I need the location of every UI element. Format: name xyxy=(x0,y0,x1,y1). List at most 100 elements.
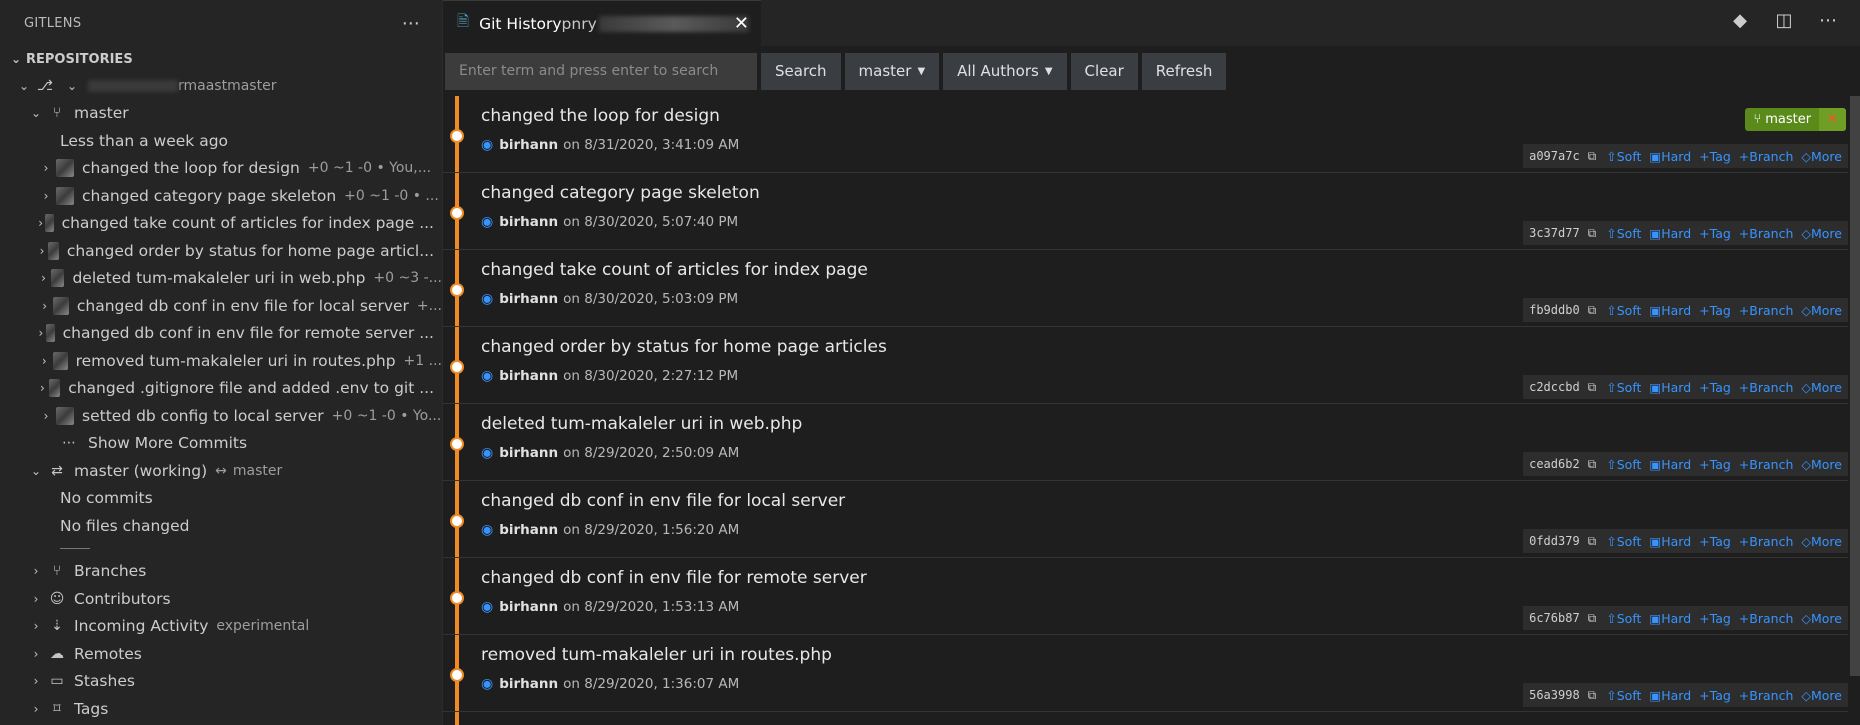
eye-icon[interactable]: ◉ xyxy=(481,599,493,615)
copy-icon[interactable]: ⧉ xyxy=(1588,688,1597,703)
commit-row[interactable]: deleted tum-makaleler uri in web.php ◉ bir… xyxy=(443,404,1848,481)
remove-branch-icon[interactable]: ✕ xyxy=(1819,108,1846,131)
sidebar-commit-item[interactable]: › changed category page skeleton +0 ~1 -0 … xyxy=(0,182,442,210)
tag-button[interactable]: +Tag xyxy=(1699,611,1731,626)
eye-icon[interactable]: ◉ xyxy=(481,522,493,538)
commit-row[interactable]: changed order by status for home page ar… xyxy=(443,327,1848,404)
git-icon[interactable]: ◆ xyxy=(1728,10,1752,31)
tag-button[interactable]: +Tag xyxy=(1699,457,1731,472)
soft-reset-button[interactable]: ⇧Soft xyxy=(1606,457,1641,472)
hard-reset-button[interactable]: ▣Hard xyxy=(1649,457,1691,472)
tag-button[interactable]: +Tag xyxy=(1699,688,1731,703)
hard-reset-button[interactable]: ▣Hard xyxy=(1649,303,1691,318)
sidebar-commit-item[interactable]: › changed take count of articles for inde… xyxy=(0,210,442,238)
soft-reset-button[interactable]: ⇧Soft xyxy=(1606,226,1641,241)
sidebar-group-3[interactable]: › ☁ Remotes xyxy=(0,640,442,668)
more-button[interactable]: ◇More xyxy=(1801,457,1842,472)
sidebar-commit-item[interactable]: › changed db conf in env file for local s… xyxy=(0,292,442,320)
scrollbar-thumb[interactable] xyxy=(1850,96,1860,676)
commit-subject[interactable]: changed db conf in env file for local se… xyxy=(481,491,845,511)
commit-row[interactable]: removed tum-makaleler uri in routes.php ◉… xyxy=(443,635,1848,712)
soft-reset-button[interactable]: ⇧Soft xyxy=(1606,149,1641,164)
branch-row[interactable]: ⌄ ⑂ master xyxy=(0,100,442,128)
commit-row[interactable]: changed db conf in env file for remote s… xyxy=(443,558,1848,635)
eye-icon[interactable]: ◉ xyxy=(481,445,493,461)
soft-reset-button[interactable]: ⇧Soft xyxy=(1606,611,1641,626)
eye-icon[interactable]: ◉ xyxy=(481,214,493,230)
commit-subject[interactable]: changed category page skeleton xyxy=(481,183,760,203)
copy-icon[interactable]: ⧉ xyxy=(1588,534,1597,549)
branch-button[interactable]: +Branch xyxy=(1739,611,1794,626)
copy-icon[interactable]: ⧉ xyxy=(1588,149,1597,164)
hard-reset-button[interactable]: ▣Hard xyxy=(1649,688,1691,703)
eye-icon[interactable]: ◉ xyxy=(481,137,493,153)
show-more-commits[interactable]: ⋯ Show More Commits xyxy=(0,430,442,458)
sidebar-commit-item[interactable]: › changed the loop for design +0 ~1 -0 • Y… xyxy=(0,155,442,183)
commit-subject[interactable]: changed db conf in env file for remote s… xyxy=(481,568,867,588)
close-icon[interactable]: ✕ xyxy=(734,13,749,34)
branch-button[interactable]: +Branch xyxy=(1739,149,1794,164)
commit-subject[interactable]: deleted tum-makaleler uri in web.php xyxy=(481,414,802,434)
sidebar-group-5[interactable]: › ⌑ Tags xyxy=(0,695,442,723)
search-button[interactable]: Search xyxy=(761,52,841,90)
commit-row[interactable]: changed category page skeleton ◉ birhann on… xyxy=(443,173,1848,250)
sidebar-group-0[interactable]: › ⑂ Branches xyxy=(0,558,442,586)
sidebar-commit-item[interactable]: › changed order by status for home page a… xyxy=(0,237,442,265)
sidebar-group-4[interactable]: › ▭ Stashes xyxy=(0,668,442,696)
tag-button[interactable]: +Tag xyxy=(1699,226,1731,241)
authors-dropdown[interactable]: All Authors ▼ xyxy=(943,52,1067,90)
branch-dropdown[interactable]: master ▼ xyxy=(844,52,940,90)
tag-button[interactable]: +Tag xyxy=(1699,380,1731,395)
tag-button[interactable]: +Tag xyxy=(1699,534,1731,549)
hard-reset-button[interactable]: ▣Hard xyxy=(1649,226,1691,241)
sidebar-commit-item[interactable]: › setted db config to local server +0 ~1 -… xyxy=(0,402,442,430)
sidebar-group-2[interactable]: › ⇣ Incoming Activity experimental xyxy=(0,613,442,641)
commit-subject[interactable]: removed tum-makaleler uri in routes.php xyxy=(481,645,832,665)
sidebar-commit-item[interactable]: › deleted tum-makaleler uri in web.php +0 … xyxy=(0,265,442,293)
branch-button[interactable]: +Branch xyxy=(1739,534,1794,549)
eye-icon[interactable]: ◉ xyxy=(481,291,493,307)
commit-subject[interactable]: changed order by status for home page ar… xyxy=(481,337,887,357)
commit-row[interactable]: changed take count of articles for index… xyxy=(443,250,1848,327)
hard-reset-button[interactable]: ▣Hard xyxy=(1649,534,1691,549)
commit-subject[interactable]: changed the loop for design xyxy=(481,106,720,126)
commit-row[interactable]: changed db conf in env file for local se… xyxy=(443,481,1848,558)
copy-icon[interactable]: ⧉ xyxy=(1588,380,1597,395)
sidebar-commit-item[interactable]: › changed db conf in env file for remote … xyxy=(0,320,442,348)
sidebar-group-1[interactable]: › ☺ Contributors xyxy=(0,585,442,613)
hard-reset-button[interactable]: ▣Hard xyxy=(1649,149,1691,164)
copy-icon[interactable]: ⧉ xyxy=(1588,457,1597,472)
more-button[interactable]: ◇More xyxy=(1801,303,1842,318)
copy-icon[interactable]: ⧉ xyxy=(1588,226,1597,241)
sidebar-commit-item[interactable]: › removed tum-makaleler uri in routes.php… xyxy=(0,347,442,375)
tag-button[interactable]: +Tag xyxy=(1699,303,1731,318)
repo-row[interactable]: ⌄ ⎇ ⌄ rmaastmaster xyxy=(0,72,442,100)
branch-button[interactable]: +Branch xyxy=(1739,226,1794,241)
soft-reset-button[interactable]: ⇧Soft xyxy=(1606,303,1641,318)
hard-reset-button[interactable]: ▣Hard xyxy=(1649,611,1691,626)
commit-row[interactable]: changed the loop for design ◉ birhann on 8/… xyxy=(443,96,1848,173)
repositories-section[interactable]: ⌄ REPOSITORIES xyxy=(0,46,442,72)
branch-badge-name[interactable]: ⑂ master xyxy=(1745,112,1819,127)
more-button[interactable]: ◇More xyxy=(1801,226,1842,241)
eye-icon[interactable]: ◉ xyxy=(481,676,493,692)
refresh-button[interactable]: Refresh xyxy=(1141,52,1227,90)
branch-button[interactable]: +Branch xyxy=(1739,303,1794,318)
sidebar-commit-item[interactable]: › changed .gitignore file and added .env … xyxy=(0,375,442,403)
clear-button[interactable]: Clear xyxy=(1070,52,1138,90)
more-button[interactable]: ◇More xyxy=(1801,534,1842,549)
branch-button[interactable]: +Branch xyxy=(1739,688,1794,703)
more-actions-icon[interactable]: ⋯ xyxy=(402,13,420,34)
split-editor-icon[interactable]: ◫ xyxy=(1772,10,1796,31)
soft-reset-button[interactable]: ⇧Soft xyxy=(1606,534,1641,549)
branch-button[interactable]: +Branch xyxy=(1739,380,1794,395)
more-button[interactable]: ◇More xyxy=(1801,149,1842,164)
search-input[interactable] xyxy=(445,52,757,90)
branch-button[interactable]: +Branch xyxy=(1739,457,1794,472)
more-button[interactable]: ◇More xyxy=(1801,611,1842,626)
soft-reset-button[interactable]: ⇧Soft xyxy=(1606,688,1641,703)
commit-subject[interactable]: changed take count of articles for index… xyxy=(481,260,868,280)
hard-reset-button[interactable]: ▣Hard xyxy=(1649,380,1691,395)
more-actions-icon[interactable]: ⋯ xyxy=(1816,10,1840,31)
copy-icon[interactable]: ⧉ xyxy=(1588,303,1597,318)
